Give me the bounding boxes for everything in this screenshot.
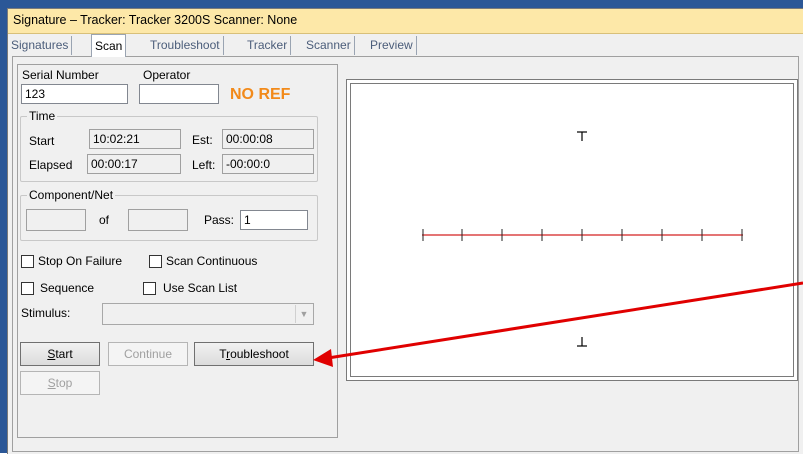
status-badge: NO REF bbox=[230, 86, 291, 103]
stop-on-failure-checkbox[interactable] bbox=[21, 255, 34, 268]
start-time-field: 10:02:21 bbox=[89, 129, 181, 149]
title-bar: Signature – Tracker: Tracker 3200S Scann… bbox=[8, 9, 803, 34]
top-marker bbox=[577, 131, 587, 141]
stimulus-label: Stimulus: bbox=[21, 306, 71, 320]
use-scan-list-label[interactable]: Use Scan List bbox=[163, 281, 237, 295]
start-button-label: tart bbox=[55, 347, 73, 361]
stop-button-label: top bbox=[55, 376, 73, 390]
stimulus-select[interactable]: ▼ bbox=[102, 303, 314, 325]
stop-on-failure-label[interactable]: Stop On Failure bbox=[38, 254, 122, 268]
tab-scan[interactable]: Scan bbox=[91, 34, 127, 57]
of-label: of bbox=[99, 213, 110, 227]
use-scan-list-checkbox[interactable] bbox=[143, 282, 156, 295]
window-frame-top bbox=[0, 0, 803, 8]
elapsed-time-field: 00:00:17 bbox=[87, 154, 181, 174]
window-frame-left bbox=[0, 0, 7, 453]
operator-label: Operator bbox=[143, 68, 191, 82]
chevron-down-icon[interactable]: ▼ bbox=[295, 305, 312, 323]
time-group: Time Start 10:02:21 Est: 00:00:08 Elapse… bbox=[20, 109, 318, 182]
component-net-group: Component/Net of Pass: 1 bbox=[20, 188, 318, 241]
troubleshoot-button-label-end: oubleshoot bbox=[230, 347, 289, 361]
serial-number-input[interactable]: 123 bbox=[21, 84, 128, 104]
tab-scanner[interactable]: Scanner bbox=[303, 36, 355, 55]
pass-label: Pass: bbox=[204, 213, 235, 227]
tab-tracker[interactable]: Tracker bbox=[244, 36, 292, 55]
pass-input[interactable]: 1 bbox=[240, 210, 308, 230]
component-net-legend: Component/Net bbox=[27, 188, 116, 202]
start-button[interactable]: Start bbox=[20, 342, 100, 366]
app-window: Signature – Tracker: Tracker 3200S Scann… bbox=[7, 8, 803, 454]
tab-troubleshoot[interactable]: Troubleshoot bbox=[147, 36, 224, 55]
troubleshoot-button[interactable]: Troubleshoot bbox=[194, 342, 314, 366]
left-time-field: -00:00:0 bbox=[222, 154, 314, 174]
operator-input[interactable] bbox=[139, 84, 219, 104]
continue-button[interactable]: Continue bbox=[108, 342, 188, 366]
start-time-label: Start bbox=[29, 134, 55, 148]
bottom-marker bbox=[577, 337, 587, 347]
stop-button[interactable]: Stop bbox=[20, 371, 100, 395]
est-label: Est: bbox=[192, 133, 213, 147]
component-current-field bbox=[26, 209, 86, 231]
component-total-field bbox=[128, 209, 188, 231]
serial-number-label: Serial Number bbox=[22, 68, 99, 82]
scan-continuous-checkbox[interactable] bbox=[149, 255, 162, 268]
scan-continuous-label[interactable]: Scan Continuous bbox=[166, 254, 257, 268]
sequence-label[interactable]: Sequence bbox=[40, 281, 94, 295]
left-label: Left: bbox=[192, 158, 216, 172]
signature-display-area bbox=[350, 83, 794, 377]
sequence-checkbox[interactable] bbox=[21, 282, 34, 295]
tab-preview[interactable]: Preview bbox=[367, 36, 417, 55]
stop-button-mnemonic: S bbox=[47, 376, 56, 390]
scan-controls: Serial Number 123 Operator NO REF Time S… bbox=[17, 64, 338, 438]
scan-panel: Serial Number 123 Operator NO REF Time S… bbox=[12, 56, 799, 452]
est-time-field: 00:00:08 bbox=[222, 129, 314, 149]
elapsed-label: Elapsed bbox=[29, 158, 73, 172]
tab-signatures[interactable]: Signatures bbox=[8, 36, 73, 55]
signature-graph bbox=[422, 131, 743, 347]
signature-display bbox=[346, 79, 798, 381]
tab-strip: Signatures Scan Troubleshoot Tracker Sca… bbox=[8, 33, 803, 57]
time-legend: Time bbox=[27, 109, 58, 123]
window-title: Signature – Tracker: Tracker 3200S Scann… bbox=[13, 13, 298, 27]
